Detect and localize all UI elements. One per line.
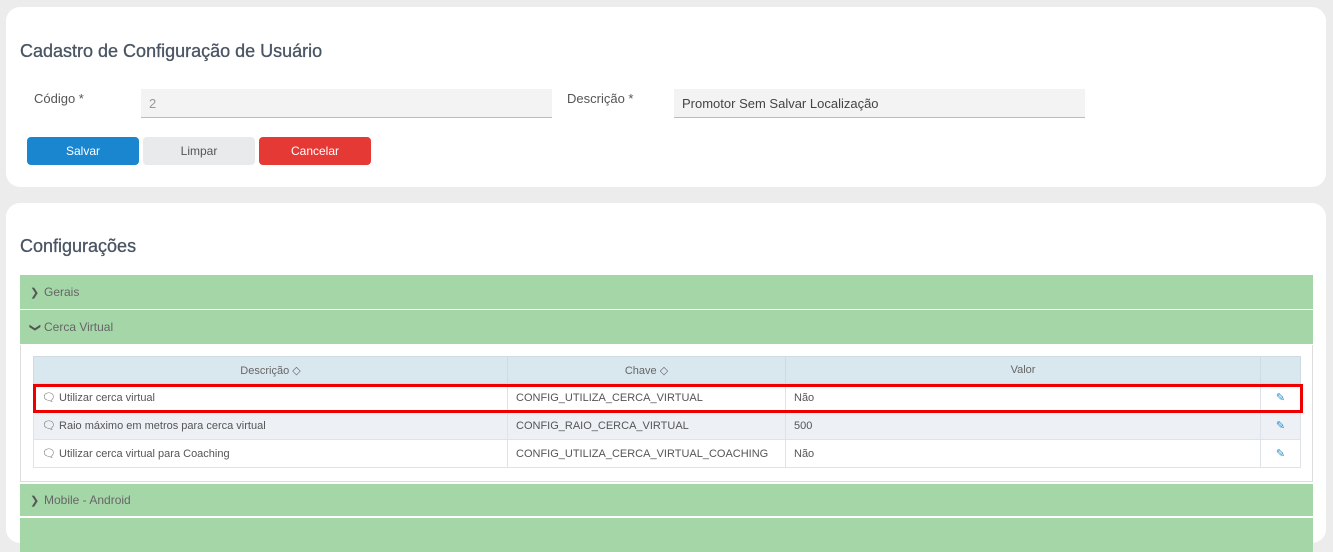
column-chave[interactable]: Chave ◇ (507, 356, 786, 384)
clear-button[interactable]: Limpar (143, 137, 255, 165)
row-description: Utilizar cerca virtual (59, 392, 155, 404)
accordion-mobile-android[interactable]: ❯ Mobile - Android (20, 484, 1313, 516)
comment-icon: 🗨︎ (42, 448, 60, 460)
accordion-label: Gerais (44, 285, 80, 299)
configurations-card: Configurações ❯ Gerais ❯ Cerca Virtual Des… (6, 203, 1326, 552)
row-description: Utilizar cerca virtual para Coaching (59, 448, 230, 460)
section-title: Configurações (20, 236, 137, 256)
codigo-input[interactable] (141, 89, 552, 118)
accordion-label: Mobile - Android (44, 493, 131, 507)
chevron-down-icon: ❯ (29, 323, 41, 333)
config-table: Descrição ◇ Chave ◇ Valor 🗨︎ Utilizar ce… (33, 356, 1301, 468)
save-button[interactable]: Salvar (27, 137, 139, 165)
edit-icon[interactable]: ✎ (1260, 411, 1301, 440)
column-descricao[interactable]: Descrição ◇ (33, 356, 508, 384)
edit-icon[interactable]: ✎ (1260, 383, 1301, 412)
descricao-label: Descrição * (567, 91, 634, 106)
accordion-label: Cerca Virtual (44, 320, 114, 334)
chevron-right-icon: ❯ (30, 287, 40, 299)
table-row: 🗨︎ Utilizar cerca virtual para Coaching … (33, 439, 1301, 468)
row-value: 500 (785, 411, 1261, 440)
table-row: 🗨︎ Utilizar cerca virtual CONFIG_UTILIZA… (33, 383, 1301, 412)
accordion-gerais[interactable]: ❯ Gerais (20, 275, 1313, 309)
column-actions (1260, 356, 1301, 384)
table-row: 🗨︎ Raio máximo em metros para cerca virt… (33, 411, 1301, 440)
user-config-form-card: Cadastro de Configuração de Usuário Códi… (6, 7, 1326, 187)
row-key: CONFIG_RAIO_CERCA_VIRTUAL (507, 411, 786, 440)
row-value: Não (785, 383, 1261, 412)
comment-icon: 🗨︎ (42, 392, 60, 404)
descricao-input[interactable] (674, 89, 1085, 118)
comment-icon: 🗨︎ (42, 420, 60, 432)
row-key: CONFIG_UTILIZA_CERCA_VIRTUAL (507, 383, 786, 412)
accordion-next[interactable] (20, 518, 1313, 552)
page-title: Cadastro de Configuração de Usuário (20, 41, 323, 61)
row-value: Não (785, 439, 1261, 468)
codigo-label: Código * (34, 91, 84, 106)
cerca-virtual-content: Descrição ◇ Chave ◇ Valor 🗨︎ Utilizar ce… (20, 345, 1313, 482)
column-valor: Valor (785, 356, 1261, 384)
cancel-button[interactable]: Cancelar (259, 137, 371, 165)
row-description: Raio máximo em metros para cerca virtual (59, 420, 266, 432)
accordion-cerca-virtual[interactable]: ❯ Cerca Virtual (20, 310, 1313, 344)
chevron-right-icon: ❯ (30, 495, 40, 507)
row-key: CONFIG_UTILIZA_CERCA_VIRTUAL_COACHING (507, 439, 786, 468)
edit-icon[interactable]: ✎ (1260, 439, 1301, 468)
